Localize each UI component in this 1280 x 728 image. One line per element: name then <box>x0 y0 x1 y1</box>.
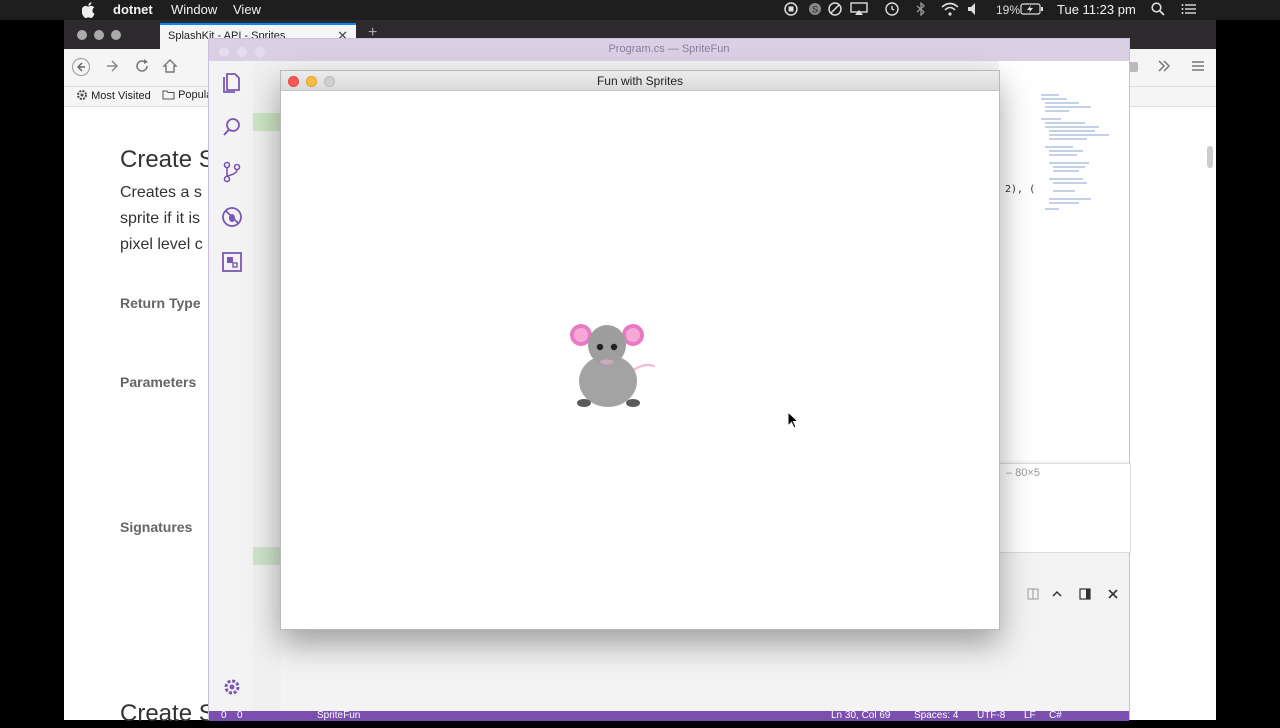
parameters-heading: Parameters <box>120 374 197 390</box>
gear-icon <box>77 90 87 100</box>
airplay-icon[interactable] <box>850 2 868 18</box>
code-editor[interactable]: 2), ( <box>999 61 1129 461</box>
volume-icon[interactable] <box>967 2 979 18</box>
bookmark-most-visited[interactable]: Most Visited <box>76 89 151 102</box>
doc-heading: Create S <box>120 146 215 173</box>
bluetooth-icon[interactable] <box>916 1 926 18</box>
close-window-icon[interactable] <box>288 76 299 87</box>
svg-text:S: S <box>812 5 818 15</box>
home-icon[interactable] <box>162 58 178 79</box>
battery-percent: 19% <box>996 3 1021 17</box>
sprite-window-title: Fun with Sprites <box>596 74 684 88</box>
terminal-title: – 80×5 <box>1006 467 1040 479</box>
close-panel-icon[interactable] <box>1107 588 1119 603</box>
apple-menu-icon[interactable] <box>81 2 96 19</box>
settings-gear-icon[interactable] <box>221 677 243 699</box>
pointer-cursor-icon <box>787 411 799 429</box>
spotlight-search-icon[interactable] <box>1151 2 1165 18</box>
menubar-clock[interactable]: Tue 11:23 pm <box>1057 2 1136 18</box>
sprite-window-title-bar: Fun with Sprites <box>281 71 999 91</box>
panel-toolbar <box>999 584 1129 608</box>
extensions-icon[interactable] <box>221 251 243 273</box>
hamburger-menu-icon[interactable] <box>1190 58 1206 79</box>
selected-file-row[interactable] <box>253 113 281 131</box>
reload-icon[interactable] <box>134 58 150 79</box>
chevron-up-icon[interactable] <box>1051 588 1063 603</box>
notification-center-icon[interactable] <box>1181 2 1197 18</box>
minimize-window-icon[interactable] <box>306 76 317 87</box>
doc-heading-next: Create S <box>120 700 215 727</box>
debug-icon[interactable] <box>221 206 243 228</box>
active-file-row[interactable] <box>253 547 281 565</box>
split-panel-icon[interactable] <box>1027 588 1039 603</box>
do-not-disturb-icon[interactable] <box>828 2 842 18</box>
search-icon[interactable] <box>221 116 243 138</box>
doc-paragraph-line: sprite if it is <box>120 210 201 227</box>
sprite-game-window: Fun with Sprites <box>280 70 1000 630</box>
explorer-sidebar <box>253 61 281 711</box>
battery-charging-icon[interactable] <box>1020 2 1044 18</box>
app-name-menu[interactable]: dotnet <box>113 2 153 17</box>
page-scrollbar[interactable] <box>1207 146 1213 168</box>
window-traffic-lights <box>76 28 128 46</box>
terminal-window[interactable]: – 80×5 <box>999 463 1131 553</box>
bookmark-label: Most Visited <box>91 90 151 102</box>
doc-paragraph-line: pixel level c <box>120 236 203 253</box>
overflow-chevron-icon[interactable] <box>1156 58 1172 79</box>
folder-icon <box>162 90 175 100</box>
editor-minimap[interactable] <box>1039 91 1115 241</box>
source-control-icon[interactable] <box>221 161 243 183</box>
menu-window[interactable]: Window <box>171 2 217 17</box>
vscode-title: Program.cs — SpriteFun <box>608 43 730 55</box>
macos-menu-bar: dotnet Window View S 19% Tue 11:23 pm <box>0 0 1280 20</box>
time-machine-icon[interactable] <box>884 2 900 18</box>
menu-view[interactable]: View <box>233 2 261 17</box>
back-icon[interactable] <box>72 58 90 81</box>
bookmark-popular[interactable]: Popula <box>162 89 212 101</box>
doc-paragraph-line: Creates a s <box>120 184 202 201</box>
screen-record-icon[interactable] <box>784 2 798 18</box>
mouse-sprite <box>570 324 656 407</box>
code-line-fragment: 2), ( <box>1005 184 1036 195</box>
signatures-heading: Signatures <box>120 519 193 535</box>
toggle-panel-icon[interactable] <box>1079 588 1091 603</box>
explorer-icon[interactable] <box>221 71 243 93</box>
vscode-title-bar: Program.cs — SpriteFun <box>209 39 1129 61</box>
forward-icon[interactable] <box>104 58 120 79</box>
zoom-window-icon[interactable] <box>324 76 335 87</box>
return-type-heading: Return Type <box>120 295 201 311</box>
skype-icon[interactable]: S <box>808 2 822 18</box>
wifi-icon[interactable] <box>941 2 959 18</box>
activity-bar <box>209 61 253 711</box>
